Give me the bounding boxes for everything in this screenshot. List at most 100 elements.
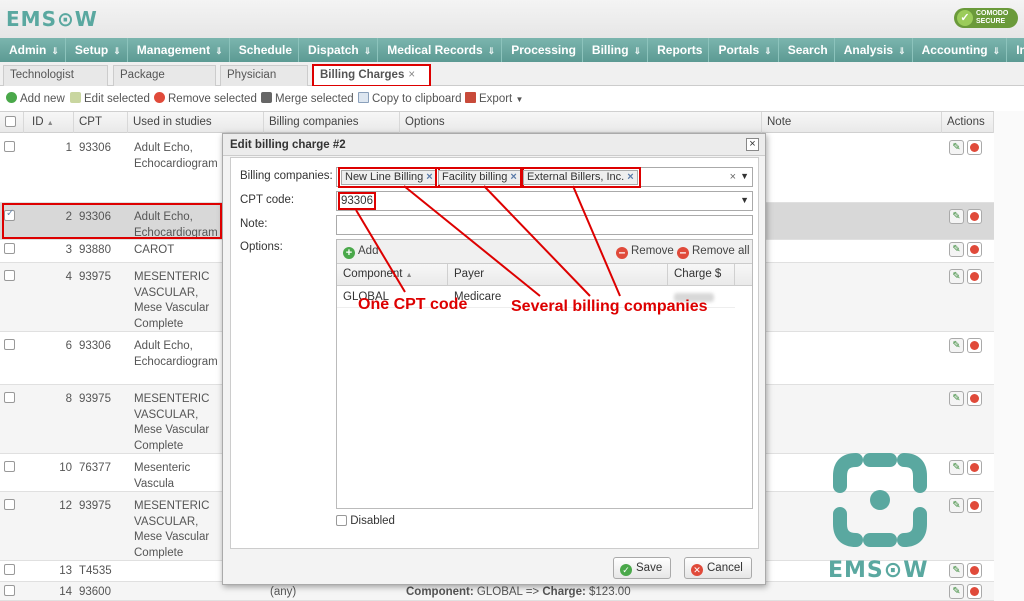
- chip-remove-icon[interactable]: ×: [627, 171, 633, 183]
- menu-setup[interactable]: Setup ⇓: [66, 38, 128, 62]
- edit-icon[interactable]: ✎: [949, 269, 964, 284]
- edit-icon[interactable]: ✎: [949, 563, 964, 578]
- delete-icon[interactable]: [967, 242, 982, 257]
- add-new-button[interactable]: Add new: [6, 91, 65, 107]
- select-all-cell[interactable]: [0, 112, 24, 133]
- row-checkbox[interactable]: [4, 585, 15, 596]
- row-checkbox[interactable]: [4, 270, 15, 281]
- edit-icon[interactable]: ✎: [949, 140, 964, 155]
- col-cpt[interactable]: CPT: [74, 112, 128, 133]
- col-payer[interactable]: Payer: [448, 264, 668, 285]
- export-dropdown[interactable]: Export ▼: [465, 91, 523, 107]
- col-note[interactable]: Note: [762, 112, 942, 133]
- cell-id: 14: [59, 586, 72, 598]
- edit-billing-charge-dialog: Edit billing charge #2 × Billing compani…: [222, 133, 766, 585]
- tab-physician-portal[interactable]: Physician Portal: [220, 65, 308, 100]
- tab-billing-charges[interactable]: Billing Charges ×: [312, 64, 431, 87]
- delete-icon[interactable]: [967, 140, 982, 155]
- edit-icon[interactable]: ✎: [949, 460, 964, 475]
- billing-companies-select[interactable]: New Line Billing × Facility billing × Exte…: [336, 167, 753, 188]
- row-checkbox[interactable]: [4, 141, 15, 152]
- delete-icon[interactable]: [967, 209, 982, 224]
- delete-icon[interactable]: [967, 338, 982, 353]
- remove-all-button[interactable]: – Remove all: [677, 245, 750, 259]
- menu-accounting[interactable]: Accounting ⇓: [913, 38, 1008, 62]
- edit-icon[interactable]: ✎: [949, 584, 964, 599]
- chevron-down-icon[interactable]: ▼: [740, 171, 749, 181]
- chip-remove-icon[interactable]: ×: [510, 171, 516, 183]
- cell-id: 3: [65, 244, 72, 256]
- menu-admin[interactable]: Admin ⇓: [0, 38, 66, 62]
- close-icon[interactable]: ×: [746, 138, 759, 151]
- col-used-in-studies[interactable]: Used in studies: [128, 112, 264, 133]
- clear-icon[interactable]: ×: [730, 171, 736, 183]
- copy-clipboard-button[interactable]: Copy to clipboard: [358, 91, 462, 107]
- remove-option-button[interactable]: – Remove: [616, 245, 674, 259]
- menu-inve[interactable]: Inve: [1007, 38, 1024, 62]
- row-actions: ✎: [949, 584, 985, 599]
- col-charge[interactable]: Charge $: [668, 264, 735, 285]
- row-checkbox[interactable]: [4, 339, 15, 350]
- company-chip[interactable]: New Line Billing ×: [338, 167, 440, 188]
- col-component[interactable]: Component ▲: [337, 264, 448, 285]
- menu-arrow-icon: ⇓: [363, 46, 372, 56]
- menu-analysis[interactable]: Analysis ⇓: [835, 38, 913, 62]
- tab-package-manager[interactable]: Package Manager: [113, 65, 216, 100]
- app-logo[interactable]: EMS⊙W: [6, 7, 98, 31]
- menu-reports[interactable]: Reports: [648, 38, 710, 62]
- menu-schedule[interactable]: Schedule: [230, 38, 300, 62]
- row-checkbox[interactable]: [4, 243, 15, 254]
- menu-dispatch[interactable]: Dispatch ⇓: [299, 38, 379, 62]
- chip-remove-icon[interactable]: ×: [426, 171, 432, 183]
- tab-technologist-portal[interactable]: Technologist Portal: [3, 65, 108, 100]
- remove-selected-button[interactable]: Remove selected: [154, 91, 257, 107]
- tab-close-icon[interactable]: ×: [408, 69, 415, 81]
- save-button[interactable]: ✓ Save: [613, 557, 672, 579]
- cancel-button[interactable]: ✕ Cancel: [684, 557, 752, 579]
- edit-icon[interactable]: ✎: [949, 338, 964, 353]
- cell-used-in-studies: MESENTERIC VASCULAR, Mese Vascular Compl…: [134, 500, 210, 564]
- delete-icon[interactable]: [967, 584, 982, 599]
- menu-billing[interactable]: Billing ⇓: [583, 38, 649, 62]
- edit-icon[interactable]: ✎: [949, 391, 964, 406]
- menu-management[interactable]: Management ⇓: [128, 38, 230, 62]
- disabled-checkbox-row[interactable]: Disabled: [336, 515, 395, 527]
- select-all-checkbox[interactable]: [5, 116, 16, 127]
- delete-icon[interactable]: [967, 269, 982, 284]
- merge-selected-button[interactable]: Merge selected: [261, 91, 354, 107]
- row-checkbox[interactable]: [4, 392, 15, 403]
- company-chip[interactable]: External Billers, Inc. ×: [520, 167, 641, 188]
- dialog-title[interactable]: Edit billing charge #2: [223, 134, 765, 156]
- row-checkbox[interactable]: [4, 564, 15, 575]
- disabled-checkbox[interactable]: [336, 515, 347, 526]
- col-options[interactable]: Options: [400, 112, 762, 133]
- edit-selected-button[interactable]: Edit selected: [70, 91, 150, 107]
- col-actions: Actions: [942, 112, 994, 133]
- remove-icon: –: [677, 246, 689, 259]
- delete-icon[interactable]: [967, 498, 982, 513]
- note-input[interactable]: [336, 215, 753, 235]
- options-header: Component ▲ Payer Charge $: [337, 264, 752, 286]
- cell-cpt: 93975: [79, 271, 111, 283]
- menu-medical-records[interactable]: Medical Records ⇓: [378, 38, 503, 62]
- grid-scrollbar[interactable]: [994, 111, 1024, 601]
- col-id[interactable]: ID ▲: [24, 112, 74, 133]
- company-chip[interactable]: Facility billing ×: [435, 167, 524, 188]
- row-actions: ✎: [949, 498, 985, 513]
- add-option-button[interactable]: + Add: [343, 245, 378, 259]
- chevron-down-icon[interactable]: ▼: [740, 195, 749, 205]
- edit-icon[interactable]: ✎: [949, 209, 964, 224]
- delete-icon[interactable]: [967, 391, 982, 406]
- edit-icon[interactable]: ✎: [949, 242, 964, 257]
- menu-processing[interactable]: Processing: [502, 38, 583, 62]
- edit-icon[interactable]: ✎: [949, 498, 964, 513]
- row-checkbox[interactable]: [4, 461, 15, 472]
- menu-portals[interactable]: Portals ⇓: [709, 38, 779, 62]
- delete-icon[interactable]: [967, 460, 982, 475]
- cpt-code-select[interactable]: 93306 ▼: [336, 191, 753, 211]
- badge-line1: COMODO: [976, 10, 1009, 17]
- delete-icon[interactable]: [967, 563, 982, 578]
- col-billing-companies[interactable]: Billing companies: [264, 112, 400, 133]
- row-checkbox[interactable]: [4, 499, 15, 510]
- menu-search[interactable]: Search: [779, 38, 835, 62]
